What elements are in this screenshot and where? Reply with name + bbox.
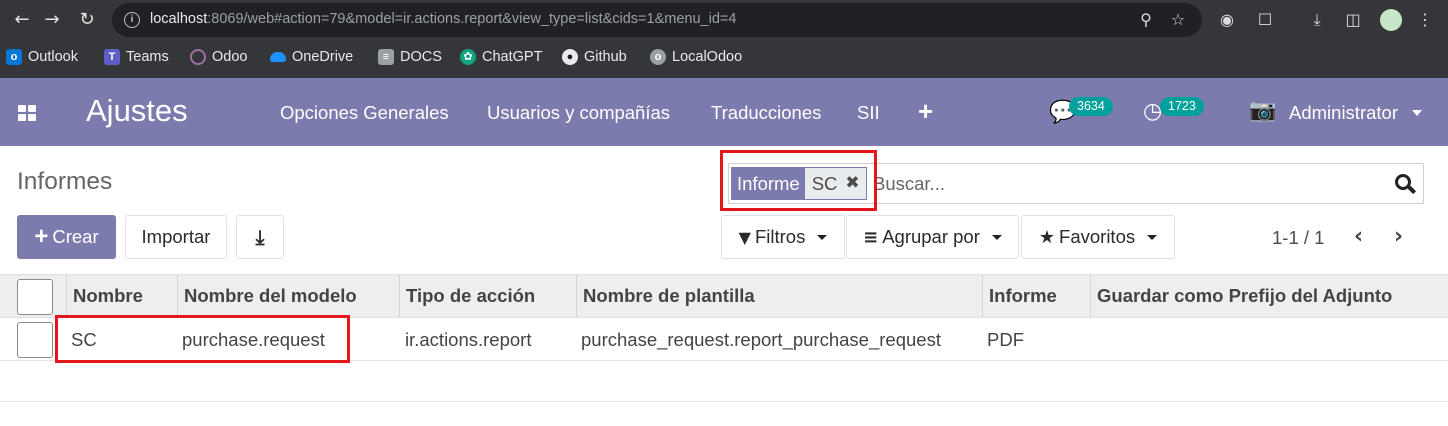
cell-informe[interactable]: PDF [987,318,1024,360]
pager-next-icon[interactable]: › [1394,224,1403,249]
odoo-navbar: Ajustes Opciones Generales Usuarios y co… [0,78,1448,146]
zoom-icon[interactable]: ⚲ [1136,10,1156,30]
url-text[interactable]: localhost:8069/web#action=79&model=ir.ac… [150,11,736,27]
bookmark-onedrive[interactable]: OneDrive [270,47,353,67]
filter-icon: ▼ [738,227,751,247]
cell-nombre-modelo[interactable]: purchase.request [182,318,325,360]
cell-tipo-accion[interactable]: ir.actions.report [405,318,531,360]
pager-previous-icon[interactable]: ‹ [1354,224,1363,249]
github-icon: ● [562,49,578,65]
facet-value-group: SC ✖ [804,168,866,199]
activity-clock-icon[interactable]: ◷ [1143,99,1162,124]
menu-sii[interactable]: SII [857,102,880,124]
address-bar[interactable]: i localhost:8069/web#action=79&model=ir.… [112,3,1202,37]
forward-icon[interactable]: → [40,8,64,32]
app-name[interactable]: Ajustes [86,93,188,129]
reload-icon[interactable]: ↻ [75,8,99,32]
apps-menu-icon[interactable] [18,105,36,121]
user-menu[interactable]: Administrator [1289,102,1398,124]
list-header: Nombre Nombre del modelo Tipo de acción … [0,274,1448,318]
menu-usuarios-companias[interactable]: Usuarios y compañías [487,102,670,124]
column-prefijo-adjunto[interactable]: Guardar como Prefijo del Adjunto [1090,275,1448,317]
table-row[interactable]: SC purchase.request ir.actions.report pu… [0,318,1448,361]
bookmark-localodoo[interactable]: o LocalOdoo [650,47,742,67]
column-tipo-accion[interactable]: Tipo de acción [399,275,576,317]
column-nombre-modelo[interactable]: Nombre del modelo [177,275,399,317]
favorites-button[interactable]: ★ Favoritos [1021,215,1175,259]
docs-icon: ≡ [378,49,394,65]
row-checkbox[interactable] [17,322,53,358]
profile-avatar[interactable] [1380,9,1402,31]
select-all-checkbox[interactable] [17,279,53,315]
cell-nombre[interactable]: SC [71,318,97,360]
outlook-icon: o [6,49,22,65]
groupby-button[interactable]: ≡ Agrupar por [846,215,1019,259]
extension-icon[interactable]: ◉ [1216,9,1238,31]
onedrive-icon [270,52,286,62]
bookmark-teams[interactable]: T Teams [104,47,169,67]
back-icon[interactable]: ← [10,8,34,32]
facet-value: SC [811,173,838,194]
list-bars-icon: ≡ [863,226,879,248]
company-camera-icon[interactable]: 📷 [1249,98,1276,123]
chevron-down-icon [817,234,828,240]
site-info-icon[interactable]: i [124,12,140,28]
import-button[interactable]: Importar [125,215,227,259]
create-button[interactable]: + Crear [17,215,116,259]
download-icon: ⤓ [255,225,265,249]
plus-menu-icon[interactable]: + [918,96,933,127]
facet-remove-icon[interactable]: ✖ [845,168,859,199]
column-informe[interactable]: Informe [982,275,1090,317]
bookmark-outlook[interactable]: o Outlook [6,47,78,67]
menu-opciones-generales[interactable]: Opciones Generales [280,102,449,124]
search-input[interactable] [873,173,1373,195]
bookmark-github[interactable]: ● Github [562,47,627,67]
cell-nombre-plantilla[interactable]: purchase_request.report_purchase_request [581,318,941,360]
bookmark-chatgpt[interactable]: ✿ ChatGPT [460,47,542,67]
download-icon[interactable]: ⤓ [1306,9,1328,31]
breadcrumb-title: Informes [17,168,113,195]
empty-list-row [0,361,1448,402]
search-icon[interactable] [1395,174,1417,194]
odoo-icon [190,49,206,65]
messages-count-badge: 3634 [1069,97,1113,116]
browser-toolbar: ← → ↻ i localhost:8069/web#action=79&mod… [0,0,1448,40]
chatgpt-icon: ✿ [460,49,476,65]
pager-value[interactable]: 1-1 / 1 [1272,227,1324,249]
menu-traducciones[interactable]: Traducciones [711,102,821,124]
chevron-down-icon [1147,234,1158,240]
filters-button[interactable]: ▼ Filtros [721,215,845,259]
bookmark-star-icon[interactable]: ☆ [1168,10,1188,30]
facet-category: Informe [732,168,805,199]
column-nombre-plantilla[interactable]: Nombre de plantilla [576,275,982,317]
puzzle-icon[interactable]: ☐ [1254,9,1276,31]
localodoo-icon: o [650,49,666,65]
star-icon: ★ [1038,226,1056,248]
bookmark-docs[interactable]: ≡ DOCS [378,47,442,67]
search-facet[interactable]: Informe SC ✖ [731,167,867,200]
teams-icon: T [104,49,120,65]
plus-icon: + [34,223,49,250]
chevron-down-icon[interactable] [1412,110,1422,116]
browser-menu-icon[interactable]: ⋮ [1414,9,1436,31]
column-nombre[interactable]: Nombre [66,275,177,317]
bookmark-odoo[interactable]: Odoo [190,47,247,67]
chevron-down-icon [991,234,1002,240]
export-download-button[interactable]: ⤓ [236,215,284,259]
search-bar[interactable]: Informe SC ✖ [728,163,1424,204]
activities-count-badge: 1723 [1160,97,1204,116]
sidebar-icon[interactable]: ◫ [1342,9,1364,31]
